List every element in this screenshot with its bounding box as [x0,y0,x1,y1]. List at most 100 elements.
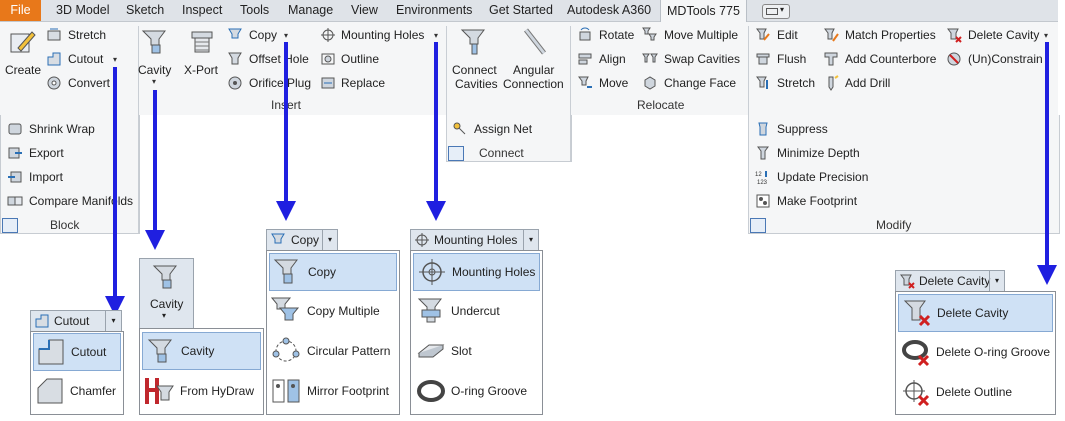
offset-hole-button[interactable]: Offset Hole [249,52,309,66]
tab-get-started[interactable]: Get Started [489,0,553,21]
delete-cavity-button[interactable]: Delete Cavity [968,28,1039,42]
add-drill-button[interactable]: Add Drill [845,76,890,90]
assign-net-button[interactable]: Assign Net [474,122,532,136]
rotate-button[interactable]: Rotate [599,28,634,42]
unconstrain-button[interactable]: (Un)Constrain [968,52,1043,66]
move-multiple-button[interactable]: Move Multiple [664,28,738,42]
mounting-holes-button[interactable]: Mounting Holes [341,28,424,42]
add-drill-icon [828,75,839,91]
x-port-button[interactable]: X-Port [184,63,218,77]
copy-menu-header[interactable]: Copy ▾ [266,229,338,251]
panel-settings-icon[interactable] [448,146,464,161]
make-footprint-button[interactable]: Make Footprint [777,194,857,208]
menu-item-slot[interactable]: Slot [413,333,540,369]
minimize-depth-button[interactable]: Minimize Depth [777,146,860,160]
edit-button[interactable]: Edit [777,28,798,42]
menu-item-from-hydraw[interactable]: From HyDraw [142,373,261,409]
mounting-holes-icon [419,259,445,285]
menu-item-delete-cavity[interactable]: Delete Cavity [898,294,1053,332]
tab-inspect[interactable]: Inspect [182,0,222,21]
menu-item-chamfer[interactable]: Chamfer [33,373,121,409]
create-button[interactable] [6,28,40,64]
angular-connection-button[interactable]: Angular [513,63,554,77]
modify-stretch-button[interactable]: Stretch [777,76,815,90]
chevron-down-icon[interactable]: ▾ [105,311,121,331]
mounting-holes-icon [321,28,335,42]
menu-item-cavity[interactable]: Cavity [142,332,261,370]
update-precision-icon: 12123 [755,171,768,185]
cutout-icon [47,52,61,66]
menu-item-undercut[interactable]: Undercut [413,293,540,329]
shrink-wrap-button[interactable]: Shrink Wrap [29,122,95,136]
chevron-down-icon[interactable]: ▾ [322,230,337,250]
chevron-down-icon[interactable]: ▾ [1044,31,1048,40]
chevron-down-icon[interactable]: ▾ [523,230,538,250]
convert-button[interactable]: Convert [68,76,110,90]
tab-environments[interactable]: Environments [396,0,472,21]
tab-sketch[interactable]: Sketch [126,0,164,21]
suppress-button[interactable]: Suppress [777,122,828,136]
menu-item-copy[interactable]: Copy [269,253,397,291]
callout-arrow [284,42,288,202]
chevron-down-icon[interactable]: ▾ [434,31,438,40]
export-button[interactable]: Export [29,146,64,160]
tab-view[interactable]: View [351,0,378,21]
o-ring-groove-icon [417,380,445,402]
orifice-plug-button[interactable]: Orifice Plug [249,76,311,90]
change-face-button[interactable]: Change Face [664,76,736,90]
panel-toggle-button[interactable]: ▾ [762,4,790,19]
mounting-holes-menu-header[interactable]: Mounting Holes ▾ [410,229,539,251]
update-precision-button[interactable]: Update Precision [777,170,868,184]
import-button[interactable]: Import [29,170,63,184]
tab-tools[interactable]: Tools [240,0,269,21]
compare-manifolds-button[interactable]: Compare Manifolds [29,194,133,208]
cavity-icon [147,339,172,363]
menu-item-mirror-footprint[interactable]: Mirror Footprint [269,373,397,409]
delete-cavity-menu-header[interactable]: Delete Cavity ▾ [895,270,1005,292]
connect-panel-label: Connect [479,146,524,160]
copy-button[interactable]: Copy [249,28,277,42]
chevron-down-icon[interactable]: ▾ [989,271,1004,291]
chevron-down-icon[interactable]: ▾ [152,77,156,86]
menu-item-label: Delete O-ring Groove [936,345,1051,359]
align-button[interactable]: Align [599,52,626,66]
replace-button[interactable]: Replace [341,76,385,90]
menu-item-circular-pattern[interactable]: Circular Pattern [269,333,397,369]
stretch-icon [47,28,61,41]
menu-item-cutout[interactable]: Cutout [33,333,121,371]
move-button[interactable]: Move [599,76,628,90]
panel-settings-icon[interactable] [750,218,766,233]
swap-cavities-button[interactable]: Swap Cavities [664,52,740,66]
connect-cavities-button[interactable]: Connect [452,63,497,77]
menu-item-label: O-ring Groove [451,384,528,398]
add-counterbore-button[interactable]: Add Counterbore [845,52,936,66]
cutout-menu-header[interactable]: Cutout ▾ [30,310,122,332]
match-properties-button[interactable]: Match Properties [845,28,936,42]
tab-mdtools[interactable]: MDTools 775 [660,0,747,22]
cutout-button[interactable]: Cutout [68,52,103,66]
menu-item-label: Slot [451,344,472,358]
menu-item-delete-outline[interactable]: Delete Outline [898,374,1053,410]
chevron-down-icon[interactable]: ▾ [113,55,117,64]
tab-3d-model[interactable]: 3D Model [56,0,110,21]
cavity-button[interactable]: Cavity [138,63,171,77]
outline-button[interactable]: Outline [341,52,379,66]
chevron-down-icon[interactable]: ▾ [284,31,288,40]
stretch-button[interactable]: Stretch [68,28,106,42]
delete-cavity-menu-header-label: Delete Cavity [919,274,991,288]
chevron-down-icon[interactable]: ▾ [162,311,166,320]
menu-item-copy-multiple[interactable]: Copy Multiple [269,293,397,329]
menu-item-o-ring-groove[interactable]: O-ring Groove [413,373,540,409]
menu-item-mounting-holes[interactable]: Mounting Holes [413,253,540,291]
panel-settings-icon[interactable] [2,218,18,233]
edit-icon [756,28,770,41]
flush-button[interactable]: Flush [777,52,806,66]
suppress-icon [758,122,768,136]
menu-item-delete-o-ring-groove[interactable]: Delete O-ring Groove [898,334,1053,370]
callout-arrow [153,90,157,230]
tab-autodesk-a360[interactable]: Autodesk A360 [567,0,651,21]
tab-manage[interactable]: Manage [288,0,333,21]
cavity-menu-header[interactable]: Cavity ▾ [139,258,194,330]
tab-file[interactable]: File [0,0,41,21]
mounting-holes-menu: Mounting Holes Undercut Slot O-ring Groo… [410,250,543,415]
